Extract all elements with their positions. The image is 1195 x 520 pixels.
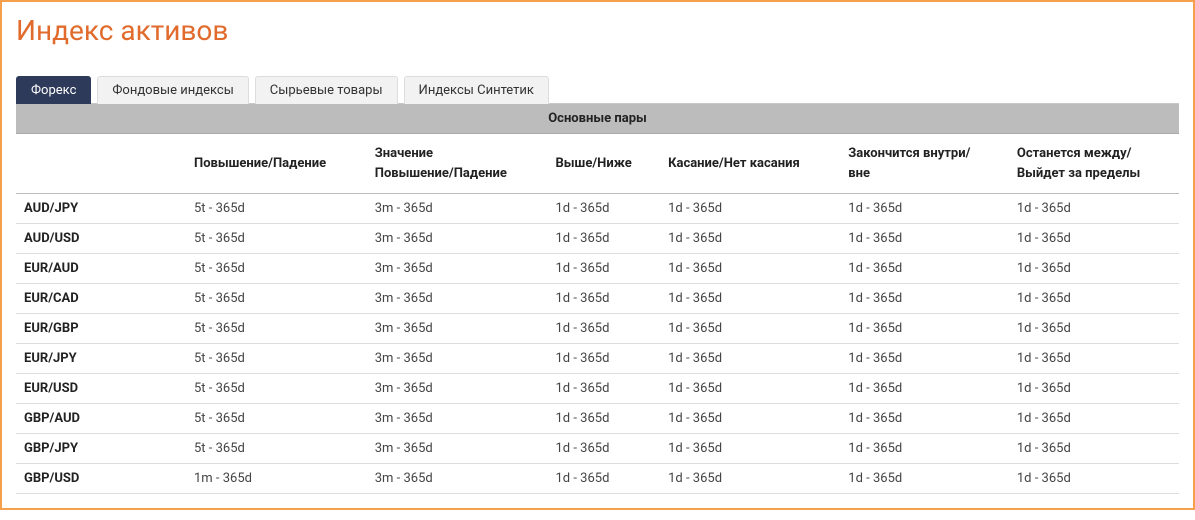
page-title: Индекс активов	[16, 14, 1179, 47]
data-cell: 1d - 365d	[548, 224, 661, 254]
data-cell: 1d - 365d	[548, 434, 661, 464]
data-cell: 1d - 365d	[840, 374, 1009, 404]
data-cell: 1d - 365d	[660, 194, 840, 224]
data-cell: 1d - 365d	[548, 464, 661, 494]
tabs-bar: ФорексФондовые индексыСырьевые товарыИнд…	[16, 75, 1179, 104]
data-cell: 3m - 365d	[367, 374, 548, 404]
table-row: GBP/AUD5t - 365d3m - 365d1d - 365d1d - 3…	[16, 404, 1179, 434]
data-cell: 5t - 365d	[186, 434, 367, 464]
data-cell: 5t - 365d	[186, 404, 367, 434]
data-cell: 1d - 365d	[660, 314, 840, 344]
data-cell: 3m - 365d	[367, 464, 548, 494]
data-cell: 5t - 365d	[186, 344, 367, 374]
data-cell: 3m - 365d	[367, 344, 548, 374]
table-row: AUD/JPY5t - 365d3m - 365d1d - 365d1d - 3…	[16, 194, 1179, 224]
table-row: EUR/JPY5t - 365d3m - 365d1d - 365d1d - 3…	[16, 344, 1179, 374]
data-cell: 1d - 365d	[840, 464, 1009, 494]
data-cell: 5t - 365d	[186, 284, 367, 314]
data-cell: 1d - 365d	[1009, 254, 1179, 284]
data-cell: 1d - 365d	[548, 254, 661, 284]
pair-cell: EUR/JPY	[16, 344, 186, 374]
data-cell: 3m - 365d	[367, 284, 548, 314]
data-cell: 1d - 365d	[840, 434, 1009, 464]
pair-cell: AUD/USD	[16, 224, 186, 254]
data-cell: 1d - 365d	[840, 194, 1009, 224]
data-cell: 1d - 365d	[840, 254, 1009, 284]
data-cell: 1d - 365d	[1009, 284, 1179, 314]
tab-0[interactable]: Форекс	[16, 76, 91, 104]
data-cell: 1d - 365d	[548, 374, 661, 404]
data-cell: 1d - 365d	[660, 404, 840, 434]
col-header-0	[16, 134, 186, 194]
table-row: AUD/USD5t - 365d3m - 365d1d - 365d1d - 3…	[16, 224, 1179, 254]
pair-cell: GBP/AUD	[16, 404, 186, 434]
data-cell: 1d - 365d	[548, 314, 661, 344]
pair-cell: EUR/AUD	[16, 254, 186, 284]
data-cell: 1d - 365d	[1009, 434, 1179, 464]
data-cell: 5t - 365d	[186, 224, 367, 254]
data-cell: 5t - 365d	[186, 314, 367, 344]
data-cell: 3m - 365d	[367, 194, 548, 224]
data-cell: 1d - 365d	[660, 464, 840, 494]
data-cell: 3m - 365d	[367, 434, 548, 464]
assets-table: Повышение/ПадениеЗначениеПовышение/Паден…	[16, 134, 1179, 494]
tab-2[interactable]: Сырьевые товары	[255, 76, 398, 104]
table-row: EUR/AUD5t - 365d3m - 365d1d - 365d1d - 3…	[16, 254, 1179, 284]
data-cell: 1d - 365d	[840, 404, 1009, 434]
data-cell: 5t - 365d	[186, 254, 367, 284]
data-cell: 1d - 365d	[1009, 194, 1179, 224]
data-cell: 1d - 365d	[1009, 374, 1179, 404]
data-cell: 5t - 365d	[186, 194, 367, 224]
data-cell: 1d - 365d	[1009, 224, 1179, 254]
data-cell: 1d - 365d	[660, 254, 840, 284]
pair-cell: AUD/JPY	[16, 194, 186, 224]
col-header-6: Останется между/Выйдет за пределы	[1009, 134, 1179, 194]
pair-cell: EUR/GBP	[16, 314, 186, 344]
col-header-2: ЗначениеПовышение/Падение	[367, 134, 548, 194]
data-cell: 1d - 365d	[660, 374, 840, 404]
data-cell: 1d - 365d	[660, 284, 840, 314]
data-cell: 1d - 365d	[660, 434, 840, 464]
data-cell: 1d - 365d	[840, 224, 1009, 254]
data-cell: 1d - 365d	[1009, 344, 1179, 374]
table-row: EUR/CAD5t - 365d3m - 365d1d - 365d1d - 3…	[16, 284, 1179, 314]
pair-cell: GBP/USD	[16, 464, 186, 494]
pair-cell: EUR/USD	[16, 374, 186, 404]
table-body: AUD/JPY5t - 365d3m - 365d1d - 365d1d - 3…	[16, 194, 1179, 494]
data-cell: 1d - 365d	[1009, 464, 1179, 494]
data-cell: 1d - 365d	[660, 224, 840, 254]
data-cell: 5t - 365d	[186, 374, 367, 404]
pair-cell: GBP/JPY	[16, 434, 186, 464]
data-cell: 1d - 365d	[548, 194, 661, 224]
data-cell: 1m - 365d	[186, 464, 367, 494]
data-cell: 1d - 365d	[840, 284, 1009, 314]
col-header-3: Выше/Ниже	[548, 134, 661, 194]
table-row: EUR/USD5t - 365d3m - 365d1d - 365d1d - 3…	[16, 374, 1179, 404]
data-cell: 3m - 365d	[367, 314, 548, 344]
page-container: Индекс активов ФорексФондовые индексыСыр…	[0, 0, 1195, 510]
section-header: Основные пары	[16, 104, 1179, 134]
data-cell: 1d - 365d	[548, 284, 661, 314]
data-cell: 3m - 365d	[367, 224, 548, 254]
data-cell: 1d - 365d	[548, 344, 661, 374]
data-cell: 3m - 365d	[367, 254, 548, 284]
col-header-1: Повышение/Падение	[186, 134, 367, 194]
data-cell: 1d - 365d	[840, 344, 1009, 374]
data-cell: 1d - 365d	[840, 314, 1009, 344]
data-cell: 3m - 365d	[367, 404, 548, 434]
data-cell: 1d - 365d	[1009, 314, 1179, 344]
data-cell: 1d - 365d	[548, 404, 661, 434]
data-cell: 1d - 365d	[1009, 404, 1179, 434]
col-header-4: Касание/Нет касания	[660, 134, 840, 194]
pair-cell: EUR/CAD	[16, 284, 186, 314]
data-cell: 1d - 365d	[660, 344, 840, 374]
tab-3[interactable]: Индексы Синтетик	[404, 76, 549, 104]
table-row: EUR/GBP5t - 365d3m - 365d1d - 365d1d - 3…	[16, 314, 1179, 344]
table-header-row: Повышение/ПадениеЗначениеПовышение/Паден…	[16, 134, 1179, 194]
tab-1[interactable]: Фондовые индексы	[97, 76, 248, 104]
col-header-5: Закончится внутри/вне	[840, 134, 1009, 194]
table-head: Повышение/ПадениеЗначениеПовышение/Паден…	[16, 134, 1179, 194]
table-row: GBP/USD1m - 365d3m - 365d1d - 365d1d - 3…	[16, 464, 1179, 494]
table-row: GBP/JPY5t - 365d3m - 365d1d - 365d1d - 3…	[16, 434, 1179, 464]
